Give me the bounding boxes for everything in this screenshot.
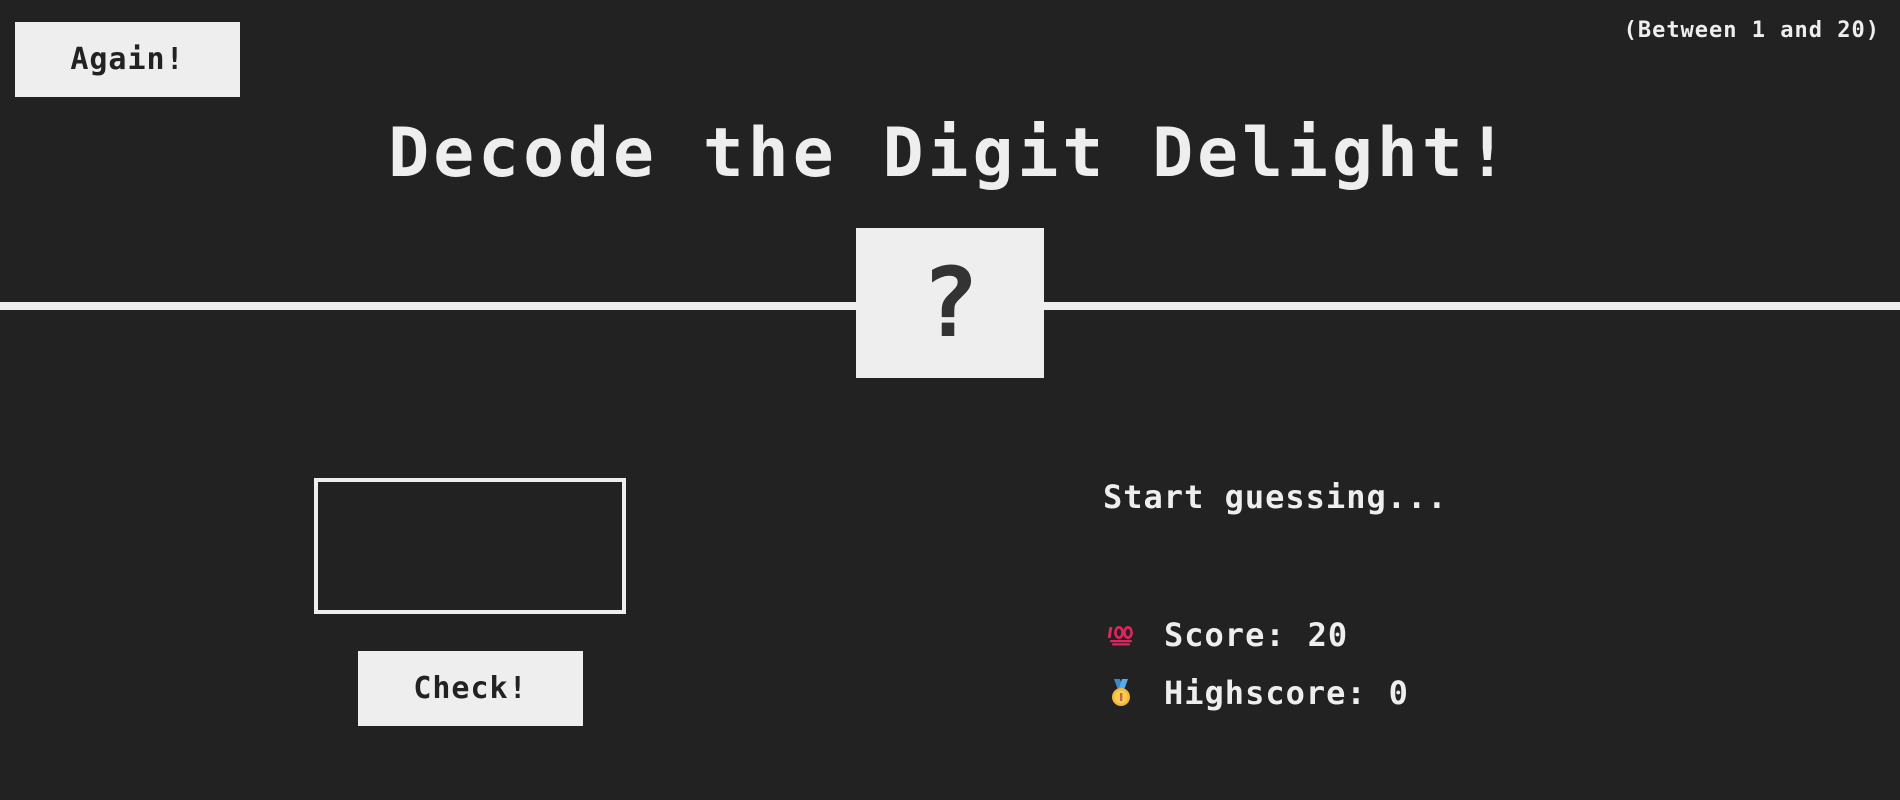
highscore-label: Highscore: bbox=[1164, 674, 1367, 712]
again-button[interactable]: Again! bbox=[15, 22, 240, 97]
score-label: Score: bbox=[1164, 616, 1286, 654]
check-button[interactable]: Check! bbox=[358, 651, 583, 726]
score-row: Score: 20 bbox=[1106, 616, 1348, 654]
range-hint: (Between 1 and 20) bbox=[1623, 18, 1880, 43]
highscore-row: Highscore: 0 bbox=[1106, 674, 1409, 712]
secret-number: ? bbox=[921, 247, 979, 359]
game-page: Again! (Between 1 and 20) Decode the Dig… bbox=[0, 0, 1900, 800]
secret-number-box: ? bbox=[856, 228, 1044, 378]
page-title: Decode the Digit Delight! bbox=[388, 114, 1512, 193]
medal-icon bbox=[1106, 678, 1136, 708]
score-value: 20 bbox=[1307, 616, 1349, 654]
guess-input[interactable] bbox=[314, 478, 626, 614]
highscore-value: 0 bbox=[1388, 674, 1409, 712]
status-message: Start guessing... bbox=[1103, 478, 1448, 516]
hundred-points-icon bbox=[1106, 620, 1136, 650]
